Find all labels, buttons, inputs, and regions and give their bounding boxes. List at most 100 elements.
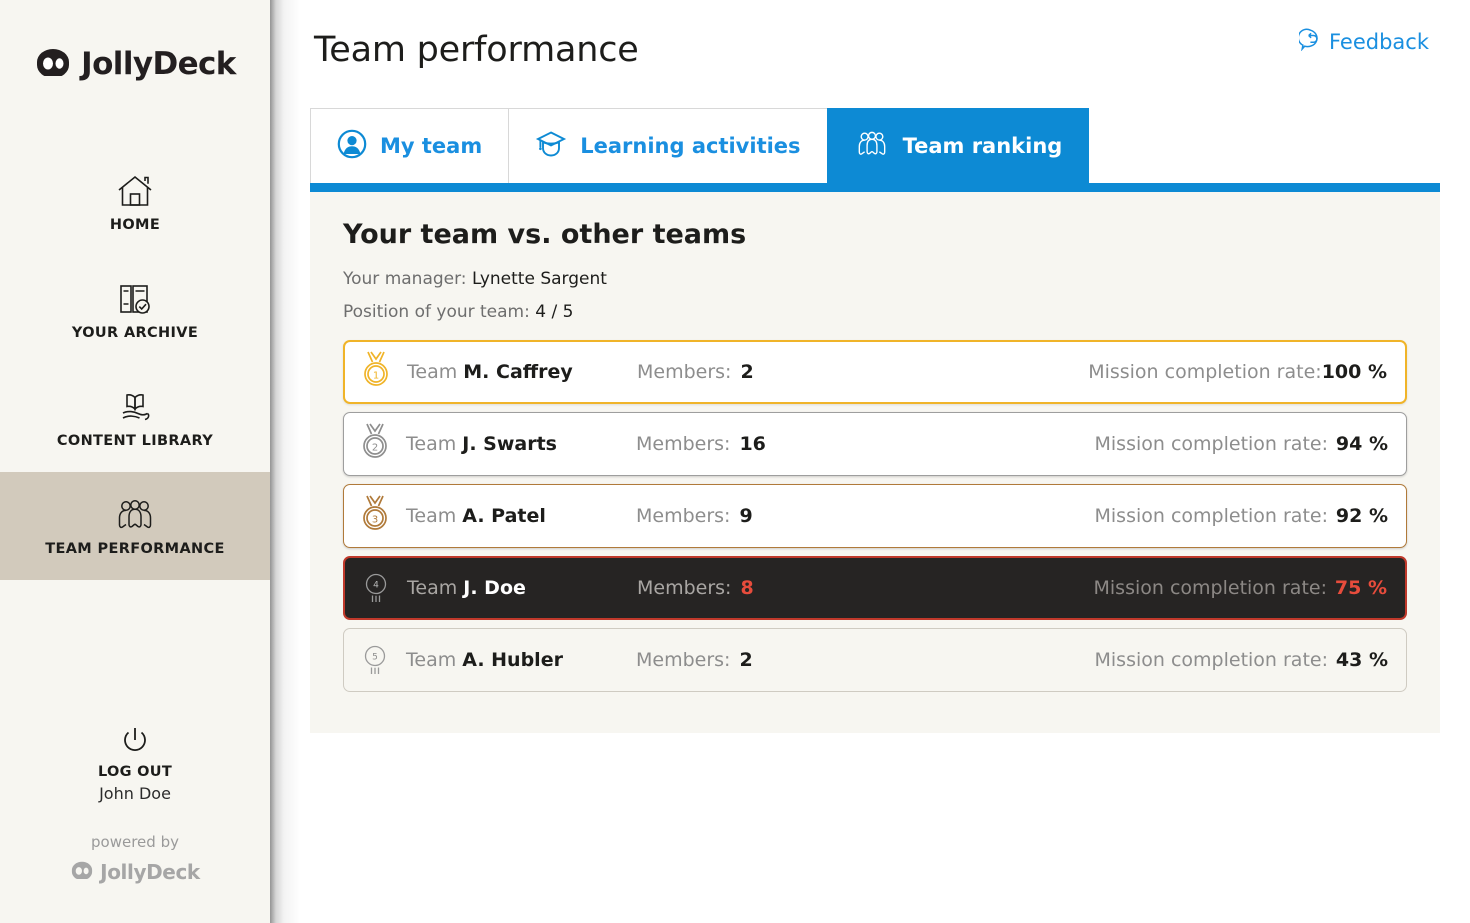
rate-cell: Mission completion rate:100 % — [1088, 361, 1387, 383]
powered-by: powered by JollyDeck — [0, 833, 270, 884]
brand-logo[interactable]: JollyDeck — [34, 46, 236, 82]
person-circle-icon — [337, 129, 367, 164]
sidebar-item-label: YOUR ARCHIVE — [71, 324, 199, 341]
team-name-cell: Team A. Patel — [406, 505, 546, 527]
tab-active-underline — [310, 183, 1440, 192]
svg-text:5: 5 — [372, 653, 378, 663]
members-label: Members: — [637, 577, 732, 599]
logout-label: LOG OUT — [97, 764, 173, 780]
members-cell: Members: 16 — [636, 433, 766, 455]
feedback-bubble-icon — [1297, 28, 1322, 56]
team-ranking-panel: Your team vs. other teams Your manager: … — [310, 192, 1440, 733]
tab-learning-activities[interactable]: Learning activities — [508, 108, 828, 183]
graduation-cap-icon — [535, 128, 567, 165]
team-prefix: Team — [406, 649, 463, 671]
book-hand-icon — [114, 388, 156, 426]
team-prefix: Team — [406, 433, 463, 455]
rate-value: 100 % — [1321, 361, 1387, 383]
tab-my-team[interactable]: My team — [310, 108, 510, 183]
manager-name: Lynette Sargent — [471, 269, 607, 289]
team-name-cell: Team J. Doe — [407, 577, 526, 599]
members-cell: Members: 8 — [637, 577, 754, 599]
team-name-cell: Team M. Caffrey — [407, 361, 573, 383]
rate-label: Mission completion rate: — [1094, 505, 1329, 527]
page-title: Team performance — [314, 30, 639, 70]
feedback-label: Feedback — [1328, 30, 1429, 54]
svg-text:4: 4 — [373, 581, 379, 591]
logout-button[interactable]: LOG OUT John Doe — [0, 722, 270, 803]
sidebar-item-your-archive[interactable]: YOUR ARCHIVE — [0, 256, 270, 364]
team-group-icon — [854, 129, 890, 164]
sidebar-item-content-library[interactable]: CONTENT LIBRARY — [0, 364, 270, 472]
table-row-current-team[interactable]: 4 Team J. Doe Members: 8 Mission completi… — [343, 556, 1407, 620]
rate-label: Mission completion rate: — [1088, 361, 1322, 383]
rank-circle-icon: 5 — [344, 638, 406, 682]
table-row[interactable]: 1 Team M. Caffrey Members: 2 Mission comp… — [343, 340, 1407, 404]
team-name: J. Swarts — [462, 433, 557, 455]
rate-value: 94 % — [1335, 433, 1388, 455]
position-line: Position of your team: 4 / 5 — [343, 302, 573, 322]
rate-value: 75 % — [1334, 577, 1387, 599]
rate-cell: Mission completion rate: 43 % — [1095, 649, 1389, 671]
svg-text:3: 3 — [372, 515, 378, 526]
panel-title: Your team vs. other teams — [343, 219, 747, 250]
powered-by-brand-name: JollyDeck — [100, 860, 200, 884]
main-content: Team performance Feedback My team Learni… — [300, 0, 1470, 923]
powered-by-brand: JollyDeck — [70, 860, 200, 884]
rate-cell: Mission completion rate: 94 % — [1095, 433, 1389, 455]
tab-label: My team — [380, 134, 483, 158]
tab-label: Team ranking — [902, 134, 1063, 158]
sidebar-item-label: CONTENT LIBRARY — [56, 432, 214, 449]
team-icon — [113, 496, 157, 534]
manager-label: Your manager: — [343, 269, 472, 289]
svg-text:1: 1 — [373, 371, 379, 382]
team-name: J. Doe — [463, 577, 526, 599]
team-name-cell: Team A. Hubler — [406, 649, 563, 671]
members-cell: Members: 2 — [636, 649, 753, 671]
position-value: 4 / 5 — [535, 302, 574, 322]
sidebar-item-team-performance[interactable]: TEAM PERFORMANCE — [0, 472, 270, 580]
position-label: Position of your team: — [343, 302, 536, 322]
members-label: Members: — [636, 505, 731, 527]
rate-label: Mission completion rate: — [1093, 577, 1328, 599]
sidebar: JollyDeck HOME YOUR ARCHIVE CONTENT LIBR… — [0, 0, 270, 923]
table-row[interactable]: 5 Team A. Hubler Members: 2 Mission compl… — [343, 628, 1407, 692]
team-name-cell: Team J. Swarts — [406, 433, 557, 455]
tab-team-ranking[interactable]: Team ranking — [826, 108, 1090, 183]
members-value: 2 — [739, 649, 753, 671]
rate-label: Mission completion rate: — [1094, 433, 1329, 455]
powered-by-label: powered by — [91, 833, 179, 851]
table-row[interactable]: 3 Team A. Patel Members: 9 Mission comple… — [343, 484, 1407, 548]
team-prefix: Team — [407, 577, 464, 599]
members-value: 8 — [740, 577, 754, 599]
team-prefix: Team — [406, 505, 463, 527]
jollydeck-logo-icon — [34, 48, 72, 81]
members-label: Members: — [636, 433, 731, 455]
power-icon — [118, 722, 152, 760]
archive-icon — [115, 280, 155, 318]
manager-line: Your manager: Lynette Sargent — [343, 269, 607, 289]
members-label: Members: — [637, 361, 732, 383]
sidebar-item-label: TEAM PERFORMANCE — [45, 540, 225, 557]
team-name: M. Caffrey — [463, 361, 573, 383]
tabs-row: My team Learning activities Team ranking — [310, 108, 1090, 183]
home-icon — [115, 172, 155, 210]
rate-value: 92 % — [1335, 505, 1388, 527]
sidebar-nav: HOME YOUR ARCHIVE CONTENT LIBRARY TEAM P… — [0, 148, 270, 580]
silver-medal-icon: 2 — [344, 422, 406, 466]
team-name: A. Patel — [462, 505, 546, 527]
rate-cell: Mission completion rate: 75 % — [1094, 577, 1388, 599]
members-label: Members: — [636, 649, 731, 671]
rate-cell: Mission completion rate: 92 % — [1095, 505, 1389, 527]
members-cell: Members: 9 — [636, 505, 753, 527]
svg-text:2: 2 — [372, 443, 378, 454]
gold-medal-icon: 1 — [345, 350, 407, 394]
rank-circle-icon: 4 — [345, 566, 407, 610]
feedback-button[interactable]: Feedback — [1297, 28, 1429, 56]
team-prefix: Team — [407, 361, 464, 383]
table-row[interactable]: 2 Team J. Swarts Members: 16 Mission comp… — [343, 412, 1407, 476]
members-value: 9 — [739, 505, 753, 527]
brand-name: JollyDeck — [81, 46, 236, 82]
app-root: JollyDeck HOME YOUR ARCHIVE CONTENT LIBR… — [0, 0, 1470, 923]
sidebar-item-home[interactable]: HOME — [0, 148, 270, 256]
